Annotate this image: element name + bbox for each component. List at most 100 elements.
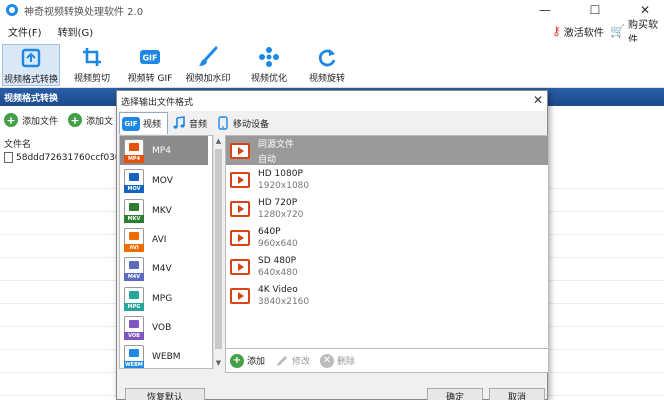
format-label: M4V xyxy=(152,263,172,274)
tab-mobile-device[interactable]: 移动设备 xyxy=(215,112,275,134)
app-icon xyxy=(6,4,18,16)
preset-name: 同源文件 xyxy=(258,139,295,150)
window-title: 神奇视频转换处理软件 2.0 xyxy=(24,6,144,18)
add-file-button[interactable]: + 添加文件 xyxy=(4,113,58,127)
restore-default-button[interactable]: 恢复默认 xyxy=(125,388,205,400)
menu-file[interactable]: 文件(F) xyxy=(0,24,50,39)
gif-icon-text: GIF xyxy=(142,54,157,63)
output-format-dialog: 选择输出文件格式 ✕ GIF 视频 音频 移动设备 MP4 MP4 MOV MO… xyxy=(116,90,549,400)
format-label: MOV xyxy=(152,175,173,186)
tool-video-cut[interactable]: 视频剪切 xyxy=(64,44,120,86)
format-label: AVI xyxy=(152,234,167,245)
tab-audio-label: 音频 xyxy=(189,119,208,130)
mkv-file-icon: MKV xyxy=(124,198,144,223)
add-icon: + xyxy=(230,353,244,368)
preset-delete-button[interactable]: ✕ 删除 xyxy=(320,353,355,368)
tool-format-convert[interactable]: 视频格式转换 xyxy=(2,44,60,86)
pencil-icon xyxy=(277,355,288,366)
format-label: VOB xyxy=(152,322,172,333)
preset-item[interactable]: 640P 960x640 xyxy=(226,223,548,252)
filename-column-header[interactable]: 文件名 xyxy=(4,137,31,150)
preset-size: 1920x1080 xyxy=(258,180,310,191)
preset-item[interactable]: 同源文件 自动 xyxy=(226,136,548,165)
buy-button[interactable]: 🛒 购买软件 xyxy=(610,20,664,46)
crop-icon xyxy=(83,48,101,66)
scroll-thumb[interactable] xyxy=(215,149,222,349)
gif-icon: GIF xyxy=(140,50,160,64)
activate-button[interactable]: ⚷ 激活软件 xyxy=(552,20,604,42)
cart-icon: 🛒 xyxy=(610,24,625,38)
preset-name: 640P xyxy=(258,226,281,237)
dialog-close-button[interactable]: ✕ xyxy=(533,93,543,107)
brush-icon xyxy=(199,46,218,66)
tool-label: 视频格式转换 xyxy=(3,75,58,85)
format-label: WEBM xyxy=(152,351,181,362)
mp4-file-icon: MP4 xyxy=(124,138,144,163)
cancel-button[interactable]: 取消 xyxy=(489,388,545,400)
format-item-webm[interactable]: WEBM WEBM xyxy=(120,342,208,368)
video-file-icon xyxy=(230,200,250,217)
mov-file-icon: MOV xyxy=(124,168,144,193)
tab-video-label: 视频 xyxy=(143,120,162,130)
mpg-file-icon: MPG xyxy=(124,286,144,311)
format-item-m4v[interactable]: M4V M4V xyxy=(120,254,208,283)
tab-video[interactable]: GIF 视频 xyxy=(119,112,169,134)
convert-icon xyxy=(21,48,41,68)
add-icon: + xyxy=(4,113,18,127)
format-item-vob[interactable]: VOB VOB xyxy=(120,313,208,342)
delete-icon: ✕ xyxy=(320,353,335,368)
video-file-icon xyxy=(230,171,250,188)
tool-label: 视频加水印 xyxy=(185,74,231,84)
tab-mobile-label: 移动设备 xyxy=(233,119,270,130)
preset-actions-bar: + 添加 修改 ✕ 删除 xyxy=(225,349,549,373)
format-item-mkv[interactable]: MKV MKV xyxy=(120,196,208,225)
tool-video-to-gif[interactable]: GIF 视频转 GIF xyxy=(124,44,176,86)
add-file-label: 添加文件 xyxy=(22,116,59,127)
menu-goto[interactable]: 转到(G) xyxy=(50,24,102,39)
video-file-icon xyxy=(230,287,250,304)
title-bar: 神奇视频转换处理软件 2.0 — ☐ ✕ xyxy=(0,0,664,20)
scroll-up-icon[interactable]: ▲ xyxy=(214,135,223,147)
preset-size: 3840x2160 xyxy=(258,296,310,307)
scroll-down-icon[interactable]: ▼ xyxy=(214,357,223,369)
preset-list: 同源文件 自动 HD 1080P 1920x1080 HD 720P 1280x… xyxy=(225,135,549,349)
maximize-button[interactable]: ☐ xyxy=(578,0,612,20)
tool-video-rotate[interactable]: 视频旋转 xyxy=(302,44,352,86)
add-folder-button[interactable]: + 添加文 xyxy=(68,113,113,127)
preset-item[interactable]: HD 1080P 1920x1080 xyxy=(226,165,548,194)
preset-size: 1280x720 xyxy=(258,209,304,220)
preset-add-button[interactable]: + 添加 xyxy=(230,353,266,368)
preset-size: 640x480 xyxy=(258,267,298,278)
preset-size: 960x640 xyxy=(258,238,298,249)
tool-video-optimize[interactable]: 视频优化 xyxy=(244,44,294,86)
format-item-mov[interactable]: MOV MOV xyxy=(120,166,208,195)
activate-label: 激活软件 xyxy=(563,27,604,39)
preset-item[interactable]: 4K Video 3840x2160 xyxy=(226,281,548,310)
preset-item[interactable]: SD 480P 640x480 xyxy=(226,252,548,281)
format-item-mpg[interactable]: MPG MPG xyxy=(120,284,208,313)
dialog-title: 选择输出文件格式 xyxy=(121,97,194,108)
preset-edit-label: 修改 xyxy=(292,357,311,367)
format-list-scrollbar[interactable]: ▲ ▼ xyxy=(213,135,223,369)
preset-edit-button[interactable]: 修改 xyxy=(275,354,310,368)
m4v-file-icon: M4V xyxy=(124,256,144,281)
preset-name: HD 1080P xyxy=(258,168,303,179)
dialog-tabs: GIF 视频 音频 移动设备 xyxy=(119,111,545,135)
format-item-avi[interactable]: AVI AVI xyxy=(120,225,208,254)
minimize-button[interactable]: — xyxy=(528,0,562,20)
format-item-mp4[interactable]: MP4 MP4 xyxy=(120,136,208,165)
format-label: MP4 xyxy=(152,145,171,156)
tool-add-watermark[interactable]: 视频加水印 xyxy=(180,44,236,86)
rotate-icon xyxy=(318,49,336,67)
preset-add-label: 添加 xyxy=(247,357,266,367)
file-row[interactable]: 58ddd72631760ccf030c xyxy=(4,152,126,163)
section-title: 视频格式转换 xyxy=(4,93,59,104)
format-list: MP4 MP4 MOV MOV MKV MKV AVI AVI M4V M4V … xyxy=(119,135,213,369)
ok-button[interactable]: 确定 xyxy=(427,388,483,400)
preset-item[interactable]: HD 720P 1280x720 xyxy=(226,194,548,223)
webm-file-icon: WEBM xyxy=(124,344,144,368)
tab-audio[interactable]: 音频 xyxy=(170,112,213,134)
add-folder-label: 添加文 xyxy=(86,116,114,127)
tool-label: 视频剪切 xyxy=(73,74,110,84)
menu-bar: 文件(F) 转到(G) ⚷ 激活软件 🛒 购买软件 xyxy=(0,20,664,46)
